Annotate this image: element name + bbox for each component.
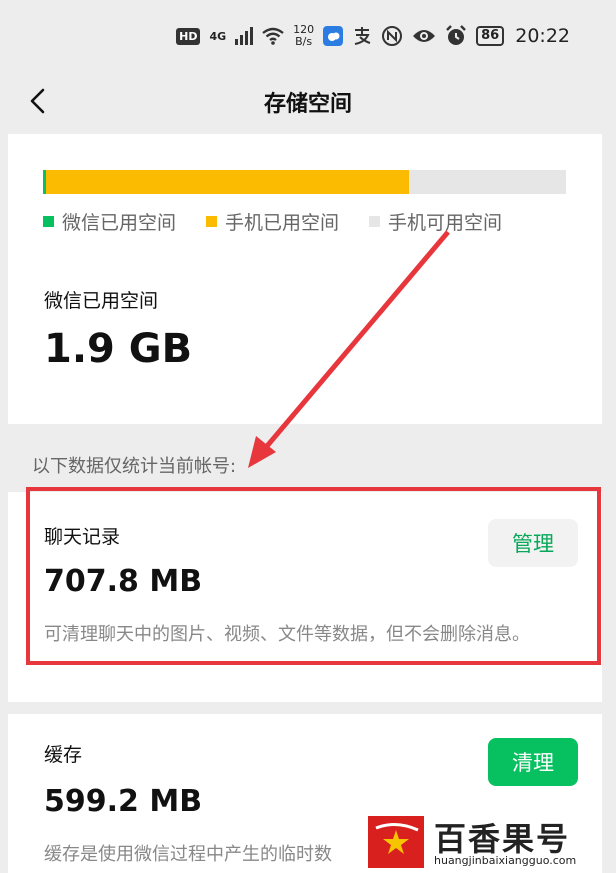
watermark: 百香果号 huangjinbaixiangguo.com [362,812,616,873]
cache-size: 599.2 MB [44,784,203,819]
storage-overview-card: 微信已用空间 手机已用空间 手机可用空间 微信已用空间 1.9 GB [8,134,602,424]
status-bar: HD 4G 120 B/s 86 20:22 [0,0,616,76]
legend-phone-used: 手机已用空间 [206,208,339,235]
wechat-used-label: 微信已用空间 [44,290,159,312]
account-note: 以下数据仅统计当前帐号: [32,456,237,477]
signal-icon [235,27,254,45]
weather-app-icon [323,26,344,46]
nfc-icon [382,26,403,46]
watermark-logo [368,816,424,868]
eye-icon [413,30,436,42]
clean-button[interactable]: 清理 [488,738,578,786]
network-speed: 120 B/s [293,23,315,48]
status-time: 20:22 [515,25,570,47]
legend-swatch-phone [206,216,218,227]
nav-bar: 存储空间 [0,76,616,132]
legend-wechat-used: 微信已用空间 [43,208,176,235]
hd-icon: HD [176,27,201,45]
cache-title: 缓存 [44,744,83,766]
phone-used-segment [46,170,410,194]
network-type: 4G [209,29,227,43]
watermark-url: huangjinbaixiangguo.com [434,854,577,867]
chevron-left-icon[interactable] [24,86,54,116]
wechat-used-value: 1.9 GB [44,326,193,372]
highlight-box [26,487,601,665]
storage-usage-bar [43,170,566,194]
alarm-icon [446,25,466,45]
page-title: 存储空间 [263,92,352,117]
storage-legend: 微信已用空间 手机已用空间 手机可用空间 [43,208,502,235]
wifi-icon [262,27,284,45]
legend-phone-free: 手机可用空间 [369,208,502,235]
legend-swatch-wechat [43,216,54,227]
alipay-icon [354,27,371,45]
legend-swatch-free [369,216,381,227]
battery-icon: 86 [476,26,505,46]
